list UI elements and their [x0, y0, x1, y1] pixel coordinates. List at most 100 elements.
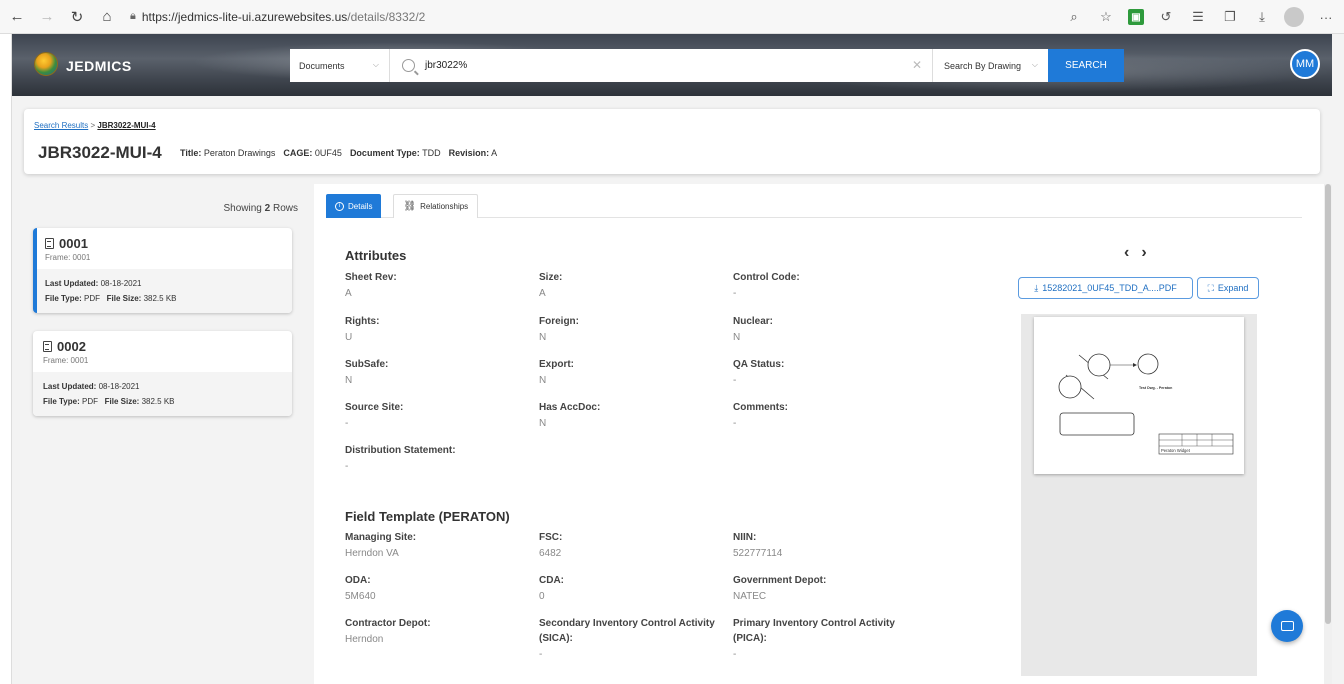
expand-button[interactable]: ⛶ Expand [1197, 277, 1259, 299]
revision-value: A [491, 148, 498, 158]
field-label: Government Depot: [733, 575, 827, 586]
tpl-cda: CDA: 0 [539, 573, 729, 604]
tab-relationships-label: Relationships [420, 202, 469, 211]
field-value: N [539, 332, 547, 343]
category-select[interactable]: Documents ⌵ [290, 49, 390, 82]
attr-qa-status: QA Status: - [733, 357, 923, 388]
attributes-heading: Attributes [345, 248, 407, 263]
favorites-icon[interactable]: ☰ [1188, 4, 1208, 30]
search-by-select[interactable]: Search By Drawing ⌵ [932, 49, 1048, 82]
list-item[interactable]: 0001 Frame: 0001 Last Updated: 08-18-202… [33, 228, 292, 313]
attr-rights: Rights: U [345, 314, 535, 345]
breadcrumb-search-results[interactable]: Search Results [34, 121, 88, 130]
lock-icon: 🔒︎ [130, 10, 136, 22]
field-label: Foreign: [539, 316, 579, 327]
refresh-icon[interactable]: ↻ [64, 4, 90, 30]
chevron-down-icon: ⌵ [372, 60, 379, 69]
filesize-value: 382.5 KB [141, 397, 175, 406]
downloads-icon[interactable]: ⤓ [1252, 4, 1272, 30]
rows-count-prefix: Showing [223, 203, 262, 214]
field-label: Nuclear: [733, 316, 774, 327]
scrollbar-thumb[interactable] [1325, 184, 1331, 624]
field-label: Comments: [733, 402, 789, 413]
user-avatar[interactable]: MM [1290, 49, 1320, 79]
tab-relationships[interactable]: ⛓︎ Relationships [393, 194, 479, 218]
filesize-label: File Size: [104, 397, 140, 406]
expand-label: Expand [1217, 283, 1249, 293]
more-icon[interactable]: ··· [1316, 4, 1336, 30]
refresh-extension-icon[interactable]: ↺ [1156, 4, 1176, 30]
search-query: jbr3022% [425, 60, 468, 71]
field-label: Contractor Depot: [345, 618, 431, 629]
field-value: N [539, 418, 547, 429]
tab-bar: i Details ⛓︎ Relationships [326, 194, 1302, 218]
address-bar[interactable]: 🔒︎ https://jedmics-lite-ui.azurewebsites… [130, 10, 425, 24]
attr-comments: Comments: - [733, 400, 923, 431]
chevron-down-icon: ⌵ [1031, 60, 1038, 69]
title-label: Title: [180, 148, 202, 158]
forward-icon[interactable]: → [34, 4, 60, 30]
document-icon [43, 341, 52, 352]
doctype-label: Document Type: [349, 148, 420, 158]
chevron-left-icon[interactable]: ‹ [1124, 244, 1129, 262]
pdf-filename: 15282021_0UF45_TDD_A....PDF [1042, 283, 1177, 293]
attr-source-site: Source Site: - [345, 400, 535, 431]
field-label: Export: [539, 359, 574, 370]
field-label: Primary Inventory Control Activity (PICA… [733, 618, 895, 644]
field-value: 0 [539, 591, 545, 602]
category-select-value: Documents [299, 60, 345, 71]
title-block-text: Peraton Widget [1161, 448, 1191, 453]
tpl-sica: Secondary Inventory Control Activity (SI… [539, 616, 735, 662]
favorite-icon[interactable]: ☆ [1096, 4, 1116, 30]
tab-details[interactable]: i Details [326, 194, 382, 218]
rows-count: Showing 2 Rows [224, 203, 299, 214]
sheet-frame: Frame: 0001 [45, 253, 91, 262]
back-icon[interactable]: ← [4, 4, 30, 30]
attr-has-accdoc: Has AccDoc: N [539, 400, 729, 431]
collections-icon[interactable]: ❐ [1220, 4, 1240, 30]
field-value: A [539, 288, 546, 299]
document-header-card: Search Results > JBR3022-MUI-4 JBR3022-M… [24, 109, 1320, 174]
zoom-icon[interactable]: ⌕ [1064, 4, 1084, 30]
field-label: SubSafe: [345, 359, 389, 370]
field-label: ODA: [345, 575, 371, 586]
field-value: N [539, 375, 547, 386]
download-pdf-button[interactable]: ⤓ 15282021_0UF45_TDD_A....PDF [1018, 277, 1193, 299]
search-input[interactable]: jbr3022% ✕ [390, 49, 932, 82]
field-value: - [733, 288, 737, 299]
chevron-right-icon[interactable]: › [1141, 244, 1146, 262]
field-label: NIIN: [733, 532, 757, 543]
document-meta: Title: Peraton Drawings CAGE: 0UF45 Docu… [180, 148, 497, 158]
field-value: - [733, 418, 737, 429]
breadcrumb-current[interactable]: JBR3022-MUI-4 [97, 121, 155, 130]
home-icon[interactable]: ⌂ [94, 4, 120, 30]
expand-icon: ⛶ [1207, 282, 1214, 293]
scrollbar[interactable] [1324, 184, 1332, 684]
chat-button[interactable] [1271, 610, 1303, 642]
field-label: Rights: [345, 316, 380, 327]
extension-icon[interactable]: ▣ [1128, 9, 1144, 25]
details-panel: i Details ⛓︎ Relationships Attributes Sh… [314, 184, 1332, 684]
attr-control-code: Control Code: - [733, 270, 923, 301]
field-value: - [345, 418, 349, 429]
list-item[interactable]: 0002 Frame: 0001 Last Updated: 08-18-202… [33, 331, 292, 416]
url-path: /details/8332/2 [347, 9, 426, 24]
field-label: Has AccDoc: [539, 402, 601, 413]
search-button[interactable]: SEARCH [1048, 49, 1124, 82]
preview-page[interactable]: Test Dwg. - Peraton Peraton Widget [1034, 317, 1244, 474]
info-icon: i [335, 201, 344, 211]
field-value: 6482 [539, 548, 562, 559]
url-host: https://jedmics-lite-ui.azurewebsites.us [141, 9, 348, 24]
tpl-managing-site: Managing Site: Herndon VA [345, 530, 535, 561]
field-label: CDA: [539, 575, 564, 586]
field-label: Distribution Statement: [345, 445, 456, 456]
tpl-niin: NIIN: 522777114 [733, 530, 923, 561]
doctype-value: TDD [422, 148, 441, 158]
search-icon [402, 59, 415, 72]
page-title: JBR3022-MUI-4 [38, 143, 162, 162]
tab-details-label: Details [348, 201, 373, 211]
clear-icon[interactable]: ✕ [912, 58, 922, 72]
filetype-label: File Type: [45, 294, 82, 303]
profile-icon[interactable] [1284, 7, 1304, 27]
attr-size: Size: A [539, 270, 729, 301]
